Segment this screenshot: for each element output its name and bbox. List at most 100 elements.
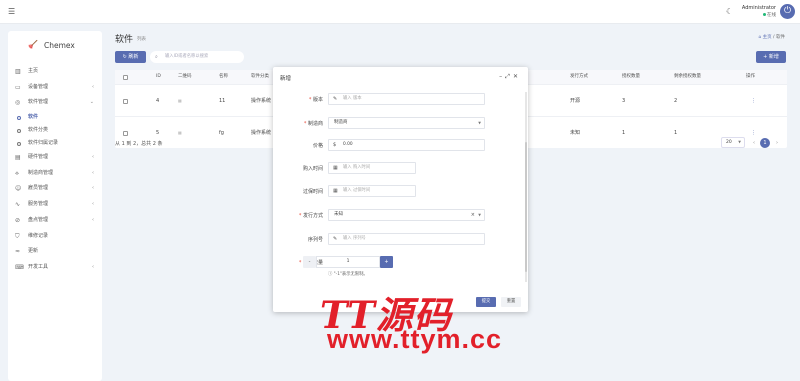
page-size-select[interactable]: 20 ▼: [721, 137, 745, 148]
pagination-info: 从 1 到 2，总共 2 条: [115, 141, 163, 147]
serial-label: 序列号: [307, 237, 323, 243]
increment-button[interactable]: +: [380, 256, 393, 268]
watermark-url: www.ttym.cc: [327, 324, 503, 354]
next-page-button[interactable]: ›: [772, 138, 782, 148]
qrcode-icon[interactable]: ▦: [178, 85, 182, 117]
sidebar-item-label: 制造商管理: [28, 169, 54, 176]
manufacturer-label: * 制造商: [273, 120, 323, 127]
expired-placeholder: 输入 过保时间: [343, 188, 371, 193]
row-actions-button[interactable]: ⋮: [751, 85, 756, 117]
serial-input[interactable]: ✎ 输入 序列号: [328, 233, 485, 245]
monitor-icon: ▭: [15, 83, 21, 91]
column-header: 名称: [219, 74, 228, 79]
sidebar-sub-software[interactable]: 软件: [8, 111, 102, 124]
top-navbar: ☰ ☾ Administrator 在线 ⏻: [0, 0, 800, 24]
counts-input[interactable]: 1: [316, 256, 380, 268]
version-input[interactable]: ✎ 输入 版本: [328, 93, 485, 105]
sidebar-item-label: 雇员管理: [28, 185, 49, 192]
prev-page-button[interactable]: ‹: [749, 138, 759, 148]
column-header: 软件分类: [251, 74, 269, 79]
sidebar-item-devices[interactable]: ▭ 设备管理 ‹: [8, 80, 102, 96]
sidebar-item-label: 盘点管理: [28, 216, 49, 223]
expired-input[interactable]: ▦ 输入 过保时间: [328, 185, 416, 197]
disc-icon: ◎: [15, 99, 21, 107]
power-icon[interactable]: ⏻: [780, 4, 795, 19]
cell-licenses: 3: [622, 98, 626, 104]
chart-icon: ▥: [15, 68, 21, 75]
brand-logo-icon: 🪠: [28, 40, 38, 49]
sidebar-item-label: 开发工具: [28, 263, 49, 270]
sidebar-item-maintenance[interactable]: ⛉ 维修记录: [8, 229, 102, 245]
caret-down-icon: ▼: [478, 121, 481, 125]
maximize-icon[interactable]: ⤢: [505, 73, 513, 80]
purchased-input[interactable]: ▦ 输入 购入时间: [328, 162, 416, 174]
manufacturer-value: 制造商: [334, 120, 348, 125]
brand-name[interactable]: Chemex: [44, 41, 75, 50]
caret-down-icon: ▼: [738, 140, 741, 144]
manufacturer-select[interactable]: 制造商 ▼: [328, 117, 485, 129]
activity-icon: ∿: [15, 201, 21, 209]
purchased-label: 购入时间: [302, 166, 323, 172]
select-all-checkbox[interactable]: [123, 74, 128, 80]
sidebar-item-staff[interactable]: ☺ 雇员管理 ‹: [8, 181, 102, 197]
row-checkbox[interactable]: [123, 130, 128, 136]
menu-icon[interactable]: ☰: [8, 7, 15, 16]
dialog-scrollbar-thumb[interactable]: [525, 142, 527, 272]
cell-name: 11: [219, 98, 226, 104]
sidebar-item-devtools[interactable]: ⌨ 开发工具 ‹: [8, 260, 102, 276]
sidebar-item-software[interactable]: ◎ 软件管理 ⌄: [8, 95, 102, 111]
serial-placeholder: 输入 序列号: [343, 236, 366, 241]
cell-category: 操作系统: [251, 98, 272, 104]
distribution-select[interactable]: 未知 × ▼: [328, 209, 485, 221]
sidebar-item-services[interactable]: ∿ 服务管理 ‹: [8, 197, 102, 213]
circle-icon: [17, 128, 21, 133]
link-icon: ⟡: [15, 169, 19, 177]
clear-icon[interactable]: ×: [471, 210, 475, 221]
page-size-value: 20: [726, 140, 732, 145]
breadcrumb-home[interactable]: ⌂ 主页: [758, 35, 771, 40]
current-page-button[interactable]: 1: [760, 138, 770, 148]
sidebar-item-manufacturers[interactable]: ⟡ 制造商管理 ‹: [8, 166, 102, 182]
chevron-left-icon: ‹: [92, 201, 94, 208]
create-dialog: 新增 –⤢✕ * 版本 ✎ 输入 版本 * 制造商 制造商 ▼ 价格 $0.00 购…: [273, 67, 528, 312]
sidebar-item-checks[interactable]: ⊘ 盘点管理 ‹: [8, 213, 102, 229]
page-subtitle: 列表: [137, 37, 146, 42]
column-header[interactable]: ID: [156, 70, 161, 84]
distribution-label: * 发行方式: [273, 212, 323, 219]
moon-icon[interactable]: ☾: [726, 7, 733, 16]
calendar-icon: ▦: [333, 165, 338, 171]
column-header: 二维码: [178, 74, 192, 79]
sidebar-item-hardware[interactable]: ▤ 硬件管理 ‹: [8, 150, 102, 166]
cell-name: fg: [219, 130, 224, 136]
shield-icon: ⛉: [15, 232, 20, 240]
breadcrumb: ⌂ 主页 / 软件: [758, 35, 785, 40]
add-label: 新增: [768, 54, 779, 60]
row-checkbox[interactable]: [123, 98, 128, 104]
manufacturer-label-text: 制造商: [307, 121, 323, 127]
submit-button[interactable]: 提交: [476, 297, 496, 307]
keyboard-icon: ⌨: [15, 263, 24, 271]
cell-licenses: 1: [622, 130, 626, 136]
add-button[interactable]: + 新增: [756, 51, 786, 63]
users-icon: ☺: [15, 185, 22, 193]
close-icon[interactable]: ✕: [513, 73, 521, 80]
sidebar-item-label: 硬件管理: [28, 154, 49, 161]
dollar-icon: $: [333, 142, 337, 148]
search-input[interactable]: ⌕ 输入ID或者名称以搜索: [150, 51, 244, 63]
sidebar-item-label: 维修记录: [28, 232, 49, 239]
refresh-button[interactable]: ↻ 刷新: [115, 51, 146, 63]
admin-name[interactable]: Administrator: [742, 5, 776, 11]
sidebar-item-label: 更新: [28, 248, 39, 255]
sidebar-sub-software-tracks[interactable]: 软件归属记录: [8, 137, 102, 150]
circle-icon: [17, 141, 21, 146]
sidebar-sub-software-category[interactable]: 软件分类: [8, 124, 102, 137]
sidebar-item-update[interactable]: ≈ 更新: [8, 244, 102, 260]
decrement-button[interactable]: -: [303, 256, 316, 268]
reset-button[interactable]: 重置: [501, 297, 521, 307]
price-input[interactable]: $0.00: [328, 139, 485, 151]
cell-distribution: 开源: [570, 98, 581, 104]
sidebar-item-home[interactable]: ▥ 主页: [8, 64, 102, 80]
chevron-left-icon: ‹: [92, 154, 94, 161]
dialog-controls: –⤢✕: [499, 73, 521, 81]
qrcode-icon[interactable]: ▦: [178, 117, 182, 149]
